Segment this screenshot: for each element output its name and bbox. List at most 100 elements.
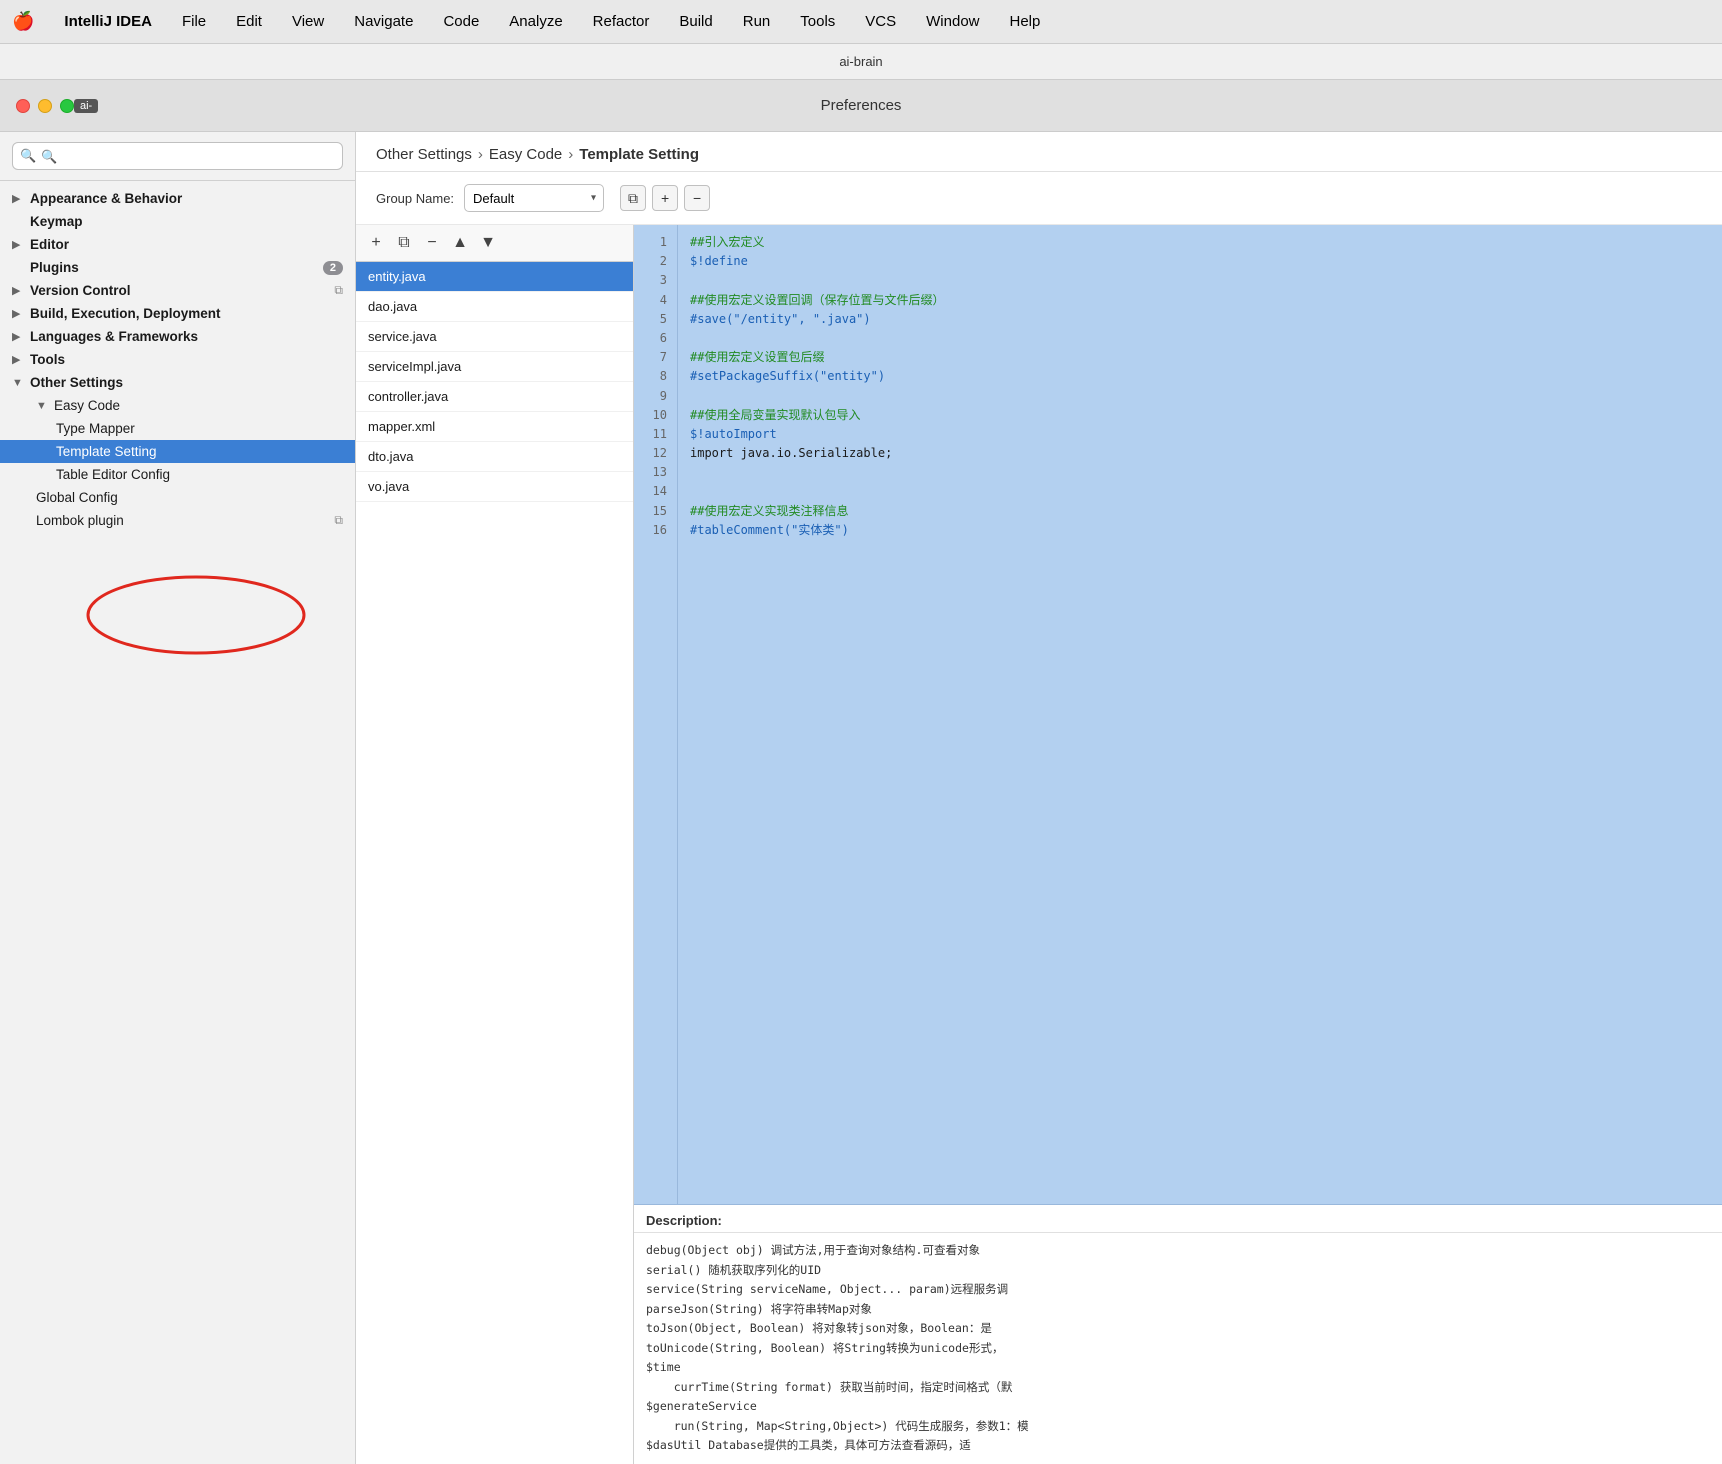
view-menu[interactable]: View xyxy=(286,11,330,32)
group-name-row: Group Name: Default ▾ ⧉ + − xyxy=(356,172,1722,225)
template-content: + ⧉ − ▲ ▼ entity.java dao.java service.j… xyxy=(356,225,1722,1464)
sidebar-tree: ▶ Appearance & Behavior Keymap ▶ Editor … xyxy=(0,181,355,1464)
arrow-icon: ▼ xyxy=(36,400,48,412)
sidebar-item-tools[interactable]: ▶ Tools xyxy=(0,348,355,371)
copy-icon: ⧉ xyxy=(334,283,343,298)
sidebar-item-version-control[interactable]: ▶ Version Control ⧉ xyxy=(0,279,355,302)
search-input[interactable] xyxy=(12,142,343,170)
refactor-menu[interactable]: Refactor xyxy=(587,11,656,32)
remove-template-button[interactable]: − xyxy=(420,231,444,255)
copy-icon: ⧉ xyxy=(334,513,343,528)
code-line-12: import java.io.Serializable; xyxy=(690,444,1710,463)
code-line-8: #setPackageSuffix("entity") xyxy=(690,367,1710,386)
sidebar-item-label: Languages & Frameworks xyxy=(30,329,198,344)
project-name: ai-brain xyxy=(839,54,882,69)
help-menu[interactable]: Help xyxy=(1004,11,1047,32)
description-panel: Description: debug(Object obj) 调试方法,用于查询… xyxy=(634,1204,1722,1464)
code-line-16: #tableComment("实体类") xyxy=(690,521,1710,540)
sidebar: 🔍 ▶ Appearance & Behavior Keymap ▶ Edito… xyxy=(0,132,356,1464)
window-menu[interactable]: Window xyxy=(920,11,985,32)
sidebar-item-label: Table Editor Config xyxy=(56,467,170,482)
minimize-button[interactable] xyxy=(38,99,52,113)
run-menu[interactable]: Run xyxy=(737,11,777,32)
file-menu[interactable]: File xyxy=(176,11,212,32)
arrow-icon: ▶ xyxy=(12,353,24,366)
sidebar-item-keymap[interactable]: Keymap xyxy=(0,210,355,233)
sidebar-item-type-mapper[interactable]: Type Mapper xyxy=(0,417,355,440)
sidebar-item-lombok[interactable]: Lombok plugin ⧉ xyxy=(0,509,355,532)
sidebar-item-global-config[interactable]: Global Config xyxy=(0,486,355,509)
desc-line: $time xyxy=(646,1358,1710,1378)
main-panel: Other Settings › Easy Code › Template Se… xyxy=(356,132,1722,1464)
sidebar-item-plugins[interactable]: Plugins 2 xyxy=(0,256,355,279)
group-actions: ⧉ + − xyxy=(620,185,710,211)
breadcrumb-template-setting: Template Setting xyxy=(579,146,699,163)
sidebar-item-table-editor-config[interactable]: Table Editor Config xyxy=(0,463,355,486)
copy-template-button[interactable]: ⧉ xyxy=(392,231,416,255)
move-up-button[interactable]: ▲ xyxy=(448,231,472,255)
close-button[interactable] xyxy=(16,99,30,113)
window-title: Preferences xyxy=(821,97,902,114)
code-menu[interactable]: Code xyxy=(437,11,485,32)
group-name-label: Group Name: xyxy=(376,191,454,206)
template-item-dao-java[interactable]: dao.java xyxy=(356,292,633,322)
template-item-service-java[interactable]: service.java xyxy=(356,322,633,352)
desc-line: toJson(Object, Boolean) 将对象转json对象，Boole… xyxy=(646,1319,1710,1339)
secondary-titlebar: ai-brain xyxy=(0,44,1722,80)
template-item-dto-java[interactable]: dto.java xyxy=(356,442,633,472)
build-menu[interactable]: Build xyxy=(673,11,718,32)
editor-panel: 12345678910111213141516 ##引入宏定义 $!define… xyxy=(634,225,1722,1464)
app-name-menu[interactable]: IntelliJ IDEA xyxy=(58,11,158,32)
code-line-14 xyxy=(690,482,1710,501)
apple-menu[interactable]: 🍎 xyxy=(12,11,34,32)
sidebar-item-languages[interactable]: ▶ Languages & Frameworks xyxy=(0,325,355,348)
breadcrumb: Other Settings › Easy Code › Template Se… xyxy=(356,132,1722,172)
code-line-5: #save("/entity", ".java") xyxy=(690,310,1710,329)
description-label: Description: xyxy=(634,1205,1722,1233)
code-editor[interactable]: ##引入宏定义 $!define ##使用宏定义设置回调（保存位置与文件后缀） … xyxy=(678,225,1722,1204)
search-icon: 🔍 xyxy=(20,148,36,164)
sidebar-item-label: Lombok plugin xyxy=(36,513,124,528)
template-item-vo-java[interactable]: vo.java xyxy=(356,472,633,502)
vcs-menu[interactable]: VCS xyxy=(859,11,902,32)
menubar: 🍎 IntelliJ IDEA File Edit View Navigate … xyxy=(0,0,1722,44)
remove-group-button[interactable]: − xyxy=(684,185,710,211)
template-item-mapper-xml[interactable]: mapper.xml xyxy=(356,412,633,442)
breadcrumb-easy-code: Easy Code xyxy=(489,146,562,163)
window-titlebar: ai- Preferences xyxy=(0,80,1722,132)
arrow-icon: ▶ xyxy=(12,238,24,251)
add-group-button[interactable]: + xyxy=(652,185,678,211)
desc-line: service(String serviceName, Object... pa… xyxy=(646,1280,1710,1300)
sidebar-item-other-settings[interactable]: ▼ Other Settings xyxy=(0,371,355,394)
group-select-wrapper: Default ▾ xyxy=(464,184,604,212)
sidebar-item-label: Template Setting xyxy=(56,444,157,459)
sidebar-item-appearance[interactable]: ▶ Appearance & Behavior xyxy=(0,187,355,210)
add-template-button[interactable]: + xyxy=(364,231,388,255)
sidebar-item-easy-code[interactable]: ▼ Easy Code xyxy=(0,394,355,417)
desc-line: serial() 随机获取序列化的UID xyxy=(646,1261,1710,1281)
code-line-11: $!autoImport xyxy=(690,425,1710,444)
desc-line: $generateService xyxy=(646,1397,1710,1417)
template-item-entity-java[interactable]: entity.java xyxy=(356,262,633,292)
sidebar-item-label: Version Control xyxy=(30,283,131,298)
copy-group-button[interactable]: ⧉ xyxy=(620,185,646,211)
sidebar-item-editor[interactable]: ▶ Editor xyxy=(0,233,355,256)
navigate-menu[interactable]: Navigate xyxy=(348,11,419,32)
sidebar-item-build[interactable]: ▶ Build, Execution, Deployment xyxy=(0,302,355,325)
sidebar-item-label: Global Config xyxy=(36,490,118,505)
template-item-controller-java[interactable]: controller.java xyxy=(356,382,633,412)
tools-menu[interactable]: Tools xyxy=(794,11,841,32)
template-item-serviceimpl-java[interactable]: serviceImpl.java xyxy=(356,352,633,382)
edit-menu[interactable]: Edit xyxy=(230,11,268,32)
plugins-badge: 2 xyxy=(323,261,343,275)
maximize-button[interactable] xyxy=(60,99,74,113)
analyze-menu[interactable]: Analyze xyxy=(503,11,568,32)
sidebar-item-template-setting[interactable]: Template Setting xyxy=(0,440,355,463)
desc-line: currTime(String format) 获取当前时间，指定时间格式（默 xyxy=(646,1378,1710,1398)
move-down-button[interactable]: ▼ xyxy=(476,231,500,255)
sidebar-item-label: Keymap xyxy=(30,214,83,229)
code-line-9 xyxy=(690,387,1710,406)
description-content: debug(Object obj) 调试方法,用于查询对象结构.可查看对象 se… xyxy=(634,1233,1722,1453)
group-name-select[interactable]: Default xyxy=(464,184,604,212)
traffic-lights xyxy=(16,99,74,113)
